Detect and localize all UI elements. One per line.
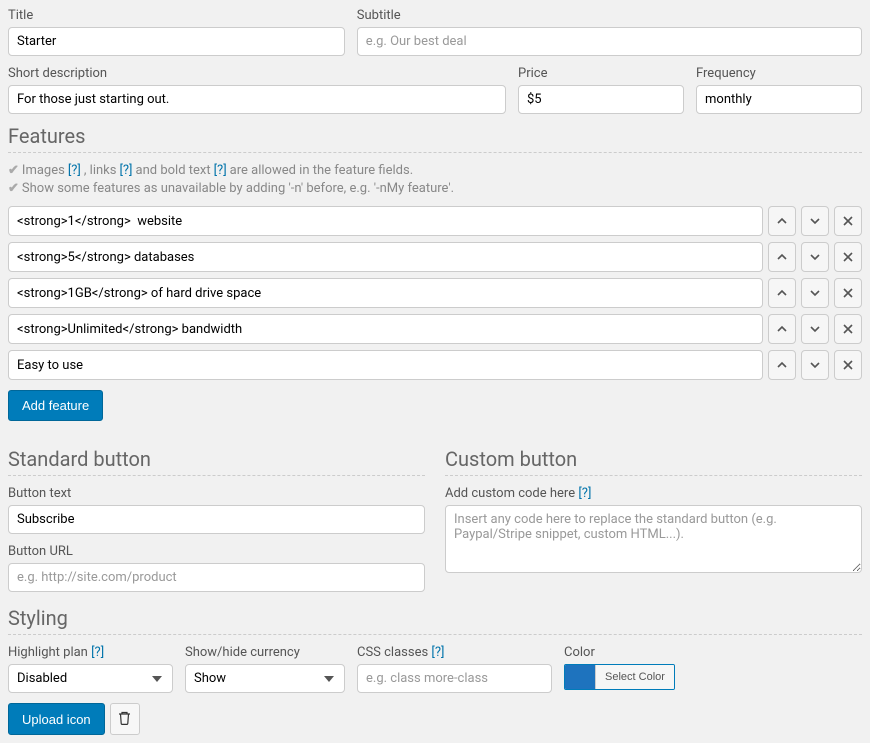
move-up-button[interactable] <box>768 278 796 308</box>
button-text-label: Button text <box>8 486 425 501</box>
help-icon[interactable]: [?] <box>91 645 104 660</box>
chevron-up-icon <box>777 214 787 229</box>
frequency-label: Frequency <box>696 66 862 81</box>
custom-code-label: Add custom code here [?] <box>445 486 862 501</box>
highlight-plan-label: Highlight plan [?] <box>8 645 173 660</box>
chevron-up-icon <box>777 286 787 301</box>
chevron-down-icon <box>810 358 820 373</box>
chevron-down-icon <box>810 214 820 229</box>
price-label: Price <box>518 66 684 81</box>
check-icon: ✔ <box>8 163 19 178</box>
remove-button[interactable] <box>834 314 862 344</box>
move-down-button[interactable] <box>801 206 829 236</box>
feature-input[interactable] <box>8 350 763 380</box>
move-up-button[interactable] <box>768 206 796 236</box>
help-icon[interactable]: [?] <box>431 645 444 660</box>
move-down-button[interactable] <box>801 278 829 308</box>
button-url-input[interactable] <box>8 563 425 592</box>
css-classes-input[interactable] <box>357 664 552 693</box>
close-icon <box>843 358 853 373</box>
styling-heading: Styling <box>8 606 862 630</box>
css-classes-label: CSS classes [?] <box>357 645 552 660</box>
chevron-down-icon <box>810 286 820 301</box>
delete-button[interactable] <box>110 703 140 735</box>
help-icon[interactable]: [?] <box>119 163 132 178</box>
feature-input[interactable] <box>8 278 763 308</box>
color-swatch <box>565 665 595 689</box>
button-text-input[interactable] <box>8 505 425 534</box>
upload-icon-button[interactable]: Upload icon <box>8 703 105 735</box>
divider <box>8 634 862 635</box>
remove-button[interactable] <box>834 242 862 272</box>
close-icon <box>843 286 853 301</box>
help-icon[interactable]: [?] <box>214 163 227 178</box>
move-down-button[interactable] <box>801 242 829 272</box>
remove-button[interactable] <box>834 206 862 236</box>
remove-button[interactable] <box>834 350 862 380</box>
move-down-button[interactable] <box>801 314 829 344</box>
move-up-button[interactable] <box>768 314 796 344</box>
features-heading: Features <box>8 124 862 148</box>
close-icon <box>843 214 853 229</box>
short-desc-label: Short description <box>8 66 506 81</box>
remove-button[interactable] <box>834 278 862 308</box>
divider <box>445 475 862 476</box>
title-label: Title <box>8 8 345 23</box>
show-hide-currency-label: Show/hide currency <box>185 645 345 660</box>
show-hide-currency-select[interactable]: Show <box>185 664 345 693</box>
feature-row <box>8 350 862 380</box>
chevron-up-icon <box>777 322 787 337</box>
button-url-label: Button URL <box>8 544 425 559</box>
move-up-button[interactable] <box>768 242 796 272</box>
hint-allowed: ✔ Images [?] , links [?] and bold text [… <box>8 163 862 178</box>
close-icon <box>843 250 853 265</box>
feature-row <box>8 314 862 344</box>
select-color-button[interactable]: Select Color <box>595 665 674 689</box>
chevron-down-icon <box>810 250 820 265</box>
frequency-input[interactable] <box>696 85 862 114</box>
price-input[interactable] <box>518 85 684 114</box>
divider <box>8 475 425 476</box>
add-feature-button[interactable]: Add feature <box>8 390 103 421</box>
trash-icon <box>118 711 131 728</box>
check-icon: ✔ <box>8 181 19 196</box>
standard-button-heading: Standard button <box>8 447 425 471</box>
help-icon[interactable]: [?] <box>68 163 81 178</box>
feature-input[interactable] <box>8 206 763 236</box>
short-desc-input[interactable] <box>8 85 506 114</box>
color-picker[interactable]: Select Color <box>564 664 675 690</box>
custom-button-heading: Custom button <box>445 447 862 471</box>
feature-input[interactable] <box>8 314 763 344</box>
feature-row <box>8 278 862 308</box>
feature-input[interactable] <box>8 242 763 272</box>
help-icon[interactable]: [?] <box>578 486 591 501</box>
chevron-up-icon <box>777 250 787 265</box>
divider <box>8 152 862 153</box>
subtitle-label: Subtitle <box>357 8 862 23</box>
custom-code-textarea[interactable] <box>445 505 862 573</box>
feature-row <box>8 206 862 236</box>
chevron-up-icon <box>777 358 787 373</box>
move-up-button[interactable] <box>768 350 796 380</box>
chevron-down-icon <box>810 322 820 337</box>
color-label: Color <box>564 645 675 660</box>
hint-unavailable: ✔ Show some features as unavailable by a… <box>8 181 862 196</box>
title-input[interactable] <box>8 27 345 56</box>
feature-row <box>8 242 862 272</box>
close-icon <box>843 322 853 337</box>
move-down-button[interactable] <box>801 350 829 380</box>
subtitle-input[interactable] <box>357 27 862 56</box>
highlight-plan-select[interactable]: Disabled <box>8 664 173 693</box>
